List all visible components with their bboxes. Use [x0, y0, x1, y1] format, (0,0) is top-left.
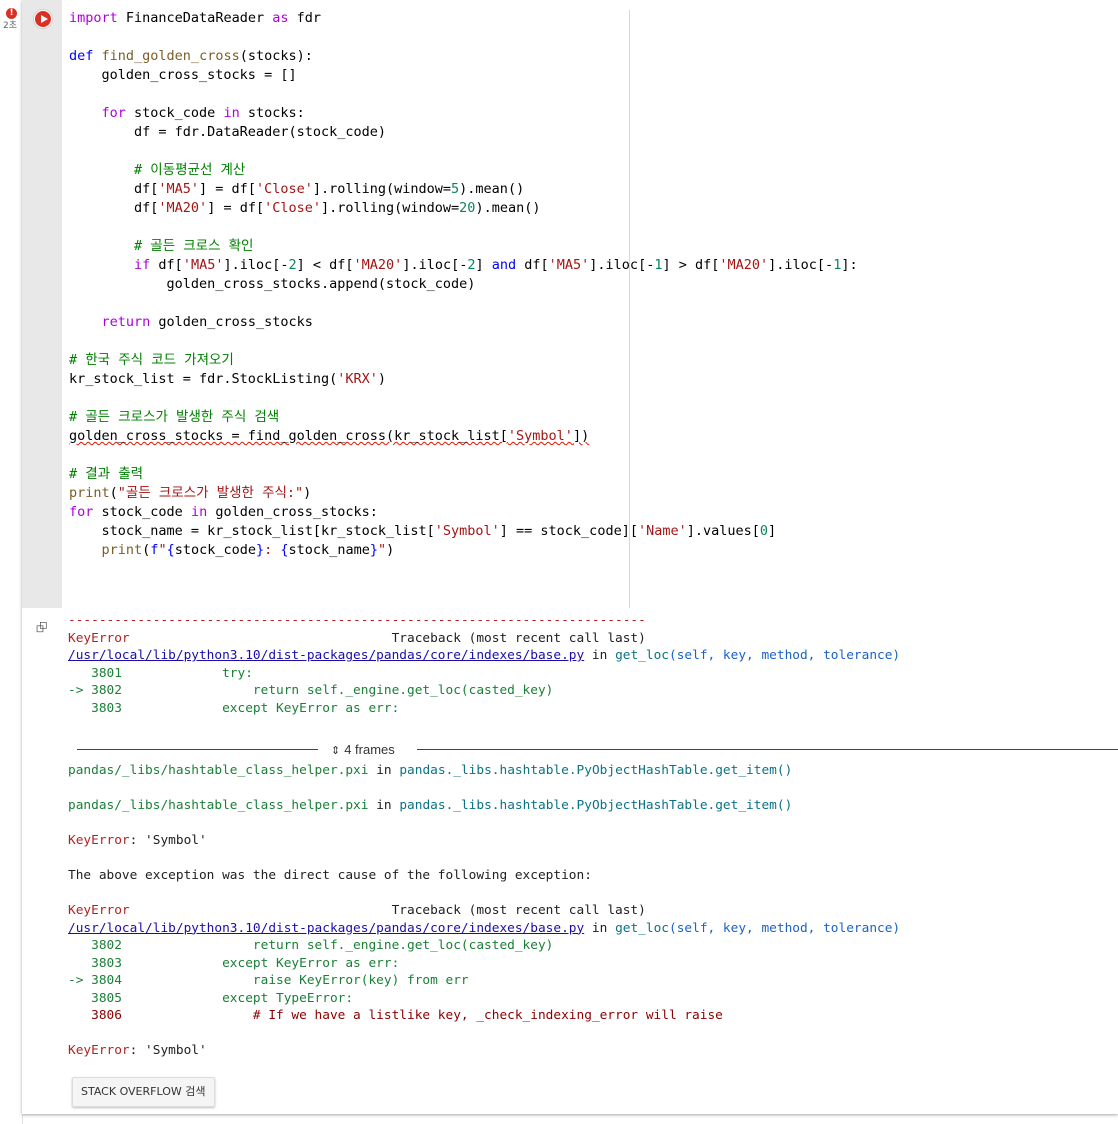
error-output-continued: pandas/_libs/hashtable_class_helper.pxi … — [68, 762, 900, 1060]
key-error-message: : 'Symbol' — [129, 1043, 207, 1058]
error-name: KeyError — [68, 630, 130, 646]
frames-toggle-button[interactable]: ⇕ 4 frames — [331, 740, 395, 760]
code-comment: # 골든 크로스 확인 — [69, 238, 254, 254]
func-get-loc: get_loc — [615, 920, 669, 936]
func-args: (self, key, method, tolerance) — [669, 920, 901, 936]
traceback-header: Traceback (most recent call last) — [391, 903, 646, 918]
code-line: df['MA5'] = df['Close'].rolling(window=5… — [69, 181, 525, 197]
frames-divider-right — [417, 749, 1118, 750]
play-icon — [35, 11, 51, 27]
traceback-line: 3803 except KeyError as err: — [68, 700, 400, 716]
traceback-line: 3805 except TypeError: — [68, 990, 354, 1006]
func-get-loc: get_loc — [615, 648, 669, 663]
run-column — [22, 0, 62, 608]
hashtable-file: pandas/_libs/hashtable_class_helper.pxi — [68, 798, 369, 813]
key-error-message: : 'Symbol' — [129, 833, 207, 848]
traceback-file-link[interactable]: /usr/local/lib/python3.10/dist-packages/… — [68, 648, 584, 663]
code-line: kr_stock_list = fdr.StockListing('KRX') — [69, 371, 386, 387]
code-comment: # 한국 주식 코드 가져오기 — [69, 352, 234, 368]
code-line: golden_cross_stocks = [] — [69, 67, 297, 83]
hashtable-file: pandas/_libs/hashtable_class_helper.pxi — [68, 763, 369, 778]
error-name: KeyError — [68, 903, 130, 918]
code-line: stock_name = kr_stock_list[kr_stock_list… — [69, 523, 777, 539]
traceback-line-current: -> 3804 raise KeyError(key) from err — [68, 973, 469, 988]
hashtable-func: pandas._libs.hashtable.PyObjectHashTable… — [399, 798, 793, 813]
traceback-line-comment: 3806 # If we have a listlike key, _check… — [68, 1008, 723, 1023]
cause-text: The above exception was the direct cause… — [68, 868, 592, 883]
code-line: golden_cross_stocks.append(stock_code) — [69, 276, 476, 292]
in-word: in — [591, 920, 608, 936]
traceback-file-link[interactable]: /usr/local/lib/python3.10/dist-packages/… — [68, 921, 584, 936]
frames-label: 4 frames — [344, 742, 395, 757]
stack-overflow-search-button[interactable]: STACK OVERFLOW 검색 — [72, 1077, 215, 1107]
error-output: ----------------------------------------… — [68, 612, 900, 717]
code-line: def find_golden_cross(stocks): — [69, 48, 313, 64]
traceback-line-current: -> 3802 return self._engine.get_loc(cast… — [68, 683, 554, 698]
traceback-line: 3802 return self._engine.get_loc(casted_… — [68, 938, 554, 953]
frames-divider-left — [77, 749, 318, 750]
code-area: import FinanceDataReader as fdr def find… — [22, 0, 1118, 608]
code-line: if df['MA5'].iloc[-2] < df['MA20'].iloc[… — [134, 257, 858, 273]
code-line: df = fdr.DataReader(stock_code) — [69, 124, 386, 140]
code-line: df['MA20'] = df['Close'].rolling(window=… — [69, 200, 541, 216]
in-word: in — [376, 798, 392, 813]
code-text[interactable]: import FinanceDataReader as fdr def find… — [69, 9, 858, 560]
cell-gutter: ! 2초 — [0, 0, 23, 1124]
code-comment: # 이동평균선 계산 — [69, 162, 246, 178]
code-line: return golden_cross_stocks — [101, 314, 313, 330]
error-name: KeyError — [68, 833, 130, 848]
code-line: for stock_code in stocks: — [101, 105, 305, 121]
unfold-icon: ⇕ — [331, 744, 341, 757]
code-comment: # 결과 출력 — [69, 466, 144, 482]
code-line: import FinanceDataReader as fdr — [69, 10, 321, 26]
execution-time: 2초 — [3, 21, 18, 31]
frames-collapser[interactable]: ⇕ 4 frames — [77, 740, 1118, 760]
code-line: for stock_code in golden_cross_stocks: — [69, 504, 378, 520]
code-cell[interactable]: import FinanceDataReader as fdr def find… — [22, 0, 1118, 1114]
code-comment: # 골든 크로스가 발생한 주식 검색 — [69, 409, 280, 425]
traceback-line: 3801 try: — [68, 665, 253, 681]
output-separator: ----------------------------------------… — [68, 613, 646, 628]
in-word: in — [376, 763, 392, 778]
run-cell-button[interactable] — [33, 9, 53, 29]
code-line: golden_cross_stocks = find_golden_cross(… — [69, 428, 590, 444]
func-args: (self, key, method, tolerance) — [669, 648, 901, 663]
traceback-header: Traceback (most recent call last) — [391, 630, 646, 646]
in-word: in — [591, 648, 608, 663]
code-line: print(f"{stock_code}: {stock_name}") — [101, 542, 395, 558]
code-editor[interactable]: import FinanceDataReader as fdr def find… — [62, 0, 1118, 608]
hashtable-func: pandas._libs.hashtable.PyObjectHashTable… — [399, 763, 793, 778]
code-line: print("골든 크로스가 발생한 주식:") — [69, 485, 312, 501]
error-status-icon: ! — [6, 8, 17, 19]
output-menu-icon[interactable]: ⮺ — [36, 620, 52, 636]
error-name: KeyError — [68, 1043, 130, 1058]
traceback-line: 3803 except KeyError as err: — [68, 955, 400, 971]
